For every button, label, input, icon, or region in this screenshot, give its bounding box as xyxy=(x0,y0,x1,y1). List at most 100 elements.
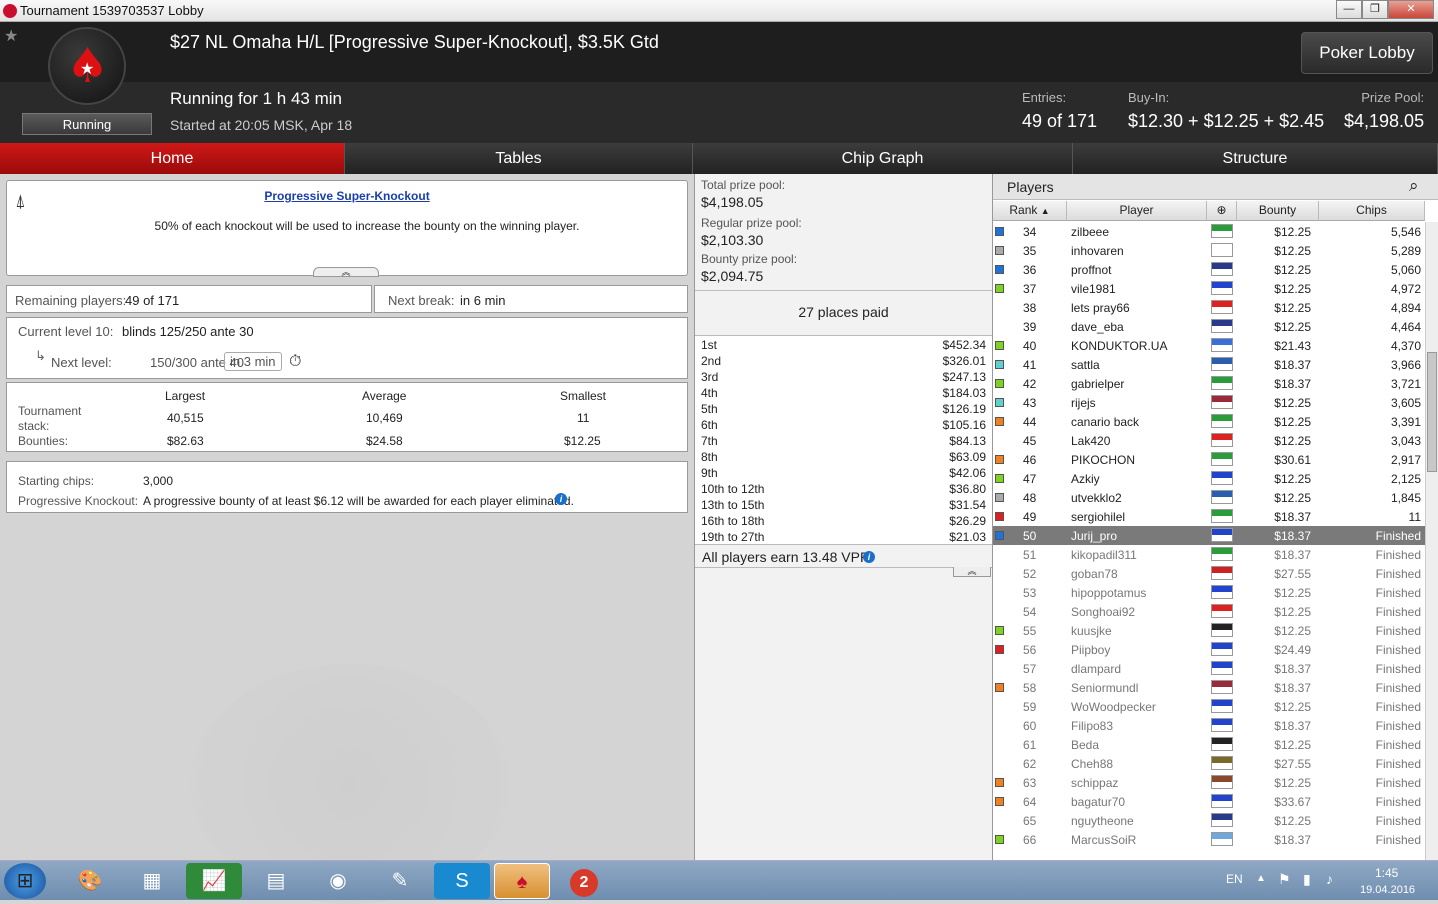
payout-place: 19th to 27th xyxy=(701,530,765,544)
player-row[interactable]: 39 dave_eba $12.25 4,464 xyxy=(993,317,1425,336)
player-row[interactable]: 51 kikopadil311 $18.37 Finished xyxy=(993,545,1425,564)
player-name: Piipboy xyxy=(1071,643,1111,657)
network-icon[interactable]: ▮ xyxy=(1303,871,1311,888)
collapse-chevron-icon[interactable]: ︽ xyxy=(313,267,379,277)
poker-lobby-button[interactable]: Poker Lobby xyxy=(1301,32,1433,74)
player-rank: 38 xyxy=(1023,301,1037,315)
player-row[interactable]: 47 Azkiy $12.25 2,125 xyxy=(993,469,1425,488)
paint-icon[interactable]: 🎨 xyxy=(62,863,118,899)
player-row[interactable]: 64 bagatur70 $33.67 Finished xyxy=(993,792,1425,811)
player-name: vile1981 xyxy=(1071,282,1116,296)
player-row[interactable]: 66 MarcusSoiR $18.37 Finished xyxy=(993,830,1425,849)
player-row[interactable]: 57 dlampard $18.37 Finished xyxy=(993,659,1425,678)
player-rank: 34 xyxy=(1023,225,1037,239)
player-row[interactable]: 52 goban78 $27.55 Finished xyxy=(993,564,1425,583)
player-row[interactable]: 56 Piipboy $24.49 Finished xyxy=(993,640,1425,659)
player-row[interactable]: 63 schippaz $12.25 Finished xyxy=(993,773,1425,792)
player-row[interactable]: 60 Filipo83 $18.37 Finished xyxy=(993,716,1425,735)
player-row[interactable]: 62 Cheh88 $27.55 Finished xyxy=(993,754,1425,773)
player-name: zilbeee xyxy=(1071,225,1110,239)
player-row[interactable]: 38 lets pray66 $12.25 4,894 xyxy=(993,298,1425,317)
apps-grid-icon[interactable]: ▦ xyxy=(124,863,180,899)
notes-icon[interactable]: ✎ xyxy=(372,863,428,899)
player-row[interactable]: 54 Songhoai92 $12.25 Finished xyxy=(993,602,1425,621)
prizepool-value: $4,198.05 xyxy=(1344,111,1425,131)
scrollbar-thumb[interactable] xyxy=(1427,352,1437,472)
player-row[interactable]: 34 zilbeee $12.25 5,546 xyxy=(993,222,1425,241)
app-badge-icon[interactable]: 2 xyxy=(556,863,612,899)
player-chips: 3,721 xyxy=(1390,377,1421,391)
minimize-button[interactable]: — xyxy=(1336,0,1362,19)
collapse-prizes-icon[interactable]: ︽ xyxy=(953,567,991,577)
country-flag-icon xyxy=(1211,414,1233,428)
players-scrollbar[interactable] xyxy=(1425,222,1438,860)
country-flag-icon xyxy=(1211,471,1233,485)
start-button[interactable]: ⊞ xyxy=(4,863,46,899)
player-row[interactable]: 44 canario back $12.25 3,391 xyxy=(993,412,1425,431)
player-status-marker xyxy=(995,360,1004,369)
favorite-star-icon[interactable]: ★ xyxy=(4,26,18,46)
close-button[interactable]: ✕ xyxy=(1388,0,1434,19)
tab-home[interactable]: Home xyxy=(0,143,345,174)
player-row[interactable]: 37 vile1981 $12.25 4,972 xyxy=(993,279,1425,298)
player-row[interactable]: 53 hipoppotamus $12.25 Finished xyxy=(993,583,1425,602)
country-flag-icon xyxy=(1211,775,1233,789)
player-row[interactable]: 36 proffnot $12.25 5,060 xyxy=(993,260,1425,279)
calculator-icon[interactable]: ▤ xyxy=(248,863,304,899)
player-row[interactable]: 35 inhovaren $12.25 5,289 xyxy=(993,241,1425,260)
payout-row: 7th $84.13 xyxy=(695,434,990,450)
player-row[interactable]: 55 kuusjke $12.25 Finished xyxy=(993,621,1425,640)
player-bounty: $12.25 xyxy=(1274,814,1311,828)
tab-chip-graph[interactable]: Chip Graph xyxy=(693,143,1073,174)
player-row[interactable]: 40 KONDUKTOR.UA $21.43 4,370 xyxy=(993,336,1425,355)
bounty-average: $24.58 xyxy=(366,434,403,448)
tray-arrow-icon[interactable]: ▲ xyxy=(1256,873,1266,884)
player-row[interactable]: 61 Beda $12.25 Finished xyxy=(993,735,1425,754)
player-row[interactable]: 65 nguytheone $12.25 Finished xyxy=(993,811,1425,830)
player-row[interactable]: 48 utvekklo2 $12.25 1,845 xyxy=(993,488,1425,507)
player-row[interactable]: 59 WoWoodpecker $12.25 Finished xyxy=(993,697,1425,716)
player-row[interactable]: 58 Seniormundl $18.37 Finished xyxy=(993,678,1425,697)
player-rank: 58 xyxy=(1023,681,1037,695)
player-chips: 5,546 xyxy=(1390,225,1421,239)
player-rank: 37 xyxy=(1023,282,1037,296)
column-player[interactable]: Player xyxy=(1067,201,1207,221)
payout-row: 8th $63.09 xyxy=(695,450,990,466)
language-indicator[interactable]: EN xyxy=(1226,872,1243,886)
player-chips: 4,894 xyxy=(1390,301,1421,315)
chart-app-icon[interactable]: 📈 xyxy=(186,863,242,899)
pko-link[interactable]: Progressive Super-Knockout xyxy=(7,189,687,203)
clock-date[interactable]: 19.04.2016 xyxy=(1360,884,1415,896)
column-bounty[interactable]: Bounty xyxy=(1237,201,1319,221)
player-bounty: $12.25 xyxy=(1274,472,1311,486)
player-row[interactable]: 43 rijejs $12.25 3,605 xyxy=(993,393,1425,412)
player-bounty: $18.37 xyxy=(1274,377,1311,391)
players-title: Players xyxy=(1007,179,1054,195)
player-row[interactable]: 46 PIKOCHON $30.61 2,917 xyxy=(993,450,1425,469)
player-row[interactable]: 41 sattla $18.37 3,966 xyxy=(993,355,1425,374)
payout-row: 2nd $326.01 xyxy=(695,354,990,370)
player-row[interactable]: 50 Jurij_pro $18.37 Finished xyxy=(993,526,1425,545)
clock-time[interactable]: 1:45 xyxy=(1375,866,1398,880)
volume-icon[interactable]: ♪ xyxy=(1326,871,1333,887)
tab-structure[interactable]: Structure xyxy=(1073,143,1438,174)
player-row[interactable]: 45 Lak420 $12.25 3,043 xyxy=(993,431,1425,450)
search-icon[interactable]: ⌕ xyxy=(1409,176,1419,196)
maximize-button[interactable]: ❐ xyxy=(1362,0,1388,19)
pokerstars-taskbar-icon[interactable]: ♠ xyxy=(494,863,550,899)
player-chips: 4,972 xyxy=(1390,282,1421,296)
player-row[interactable]: 49 sergiohilel $18.37 11 xyxy=(993,507,1425,526)
stopwatch-icon: ⏱ xyxy=(289,353,302,370)
column-rank[interactable]: Rank ▲ xyxy=(993,201,1067,221)
column-country[interactable]: ⊕ xyxy=(1207,201,1237,221)
player-row[interactable]: 42 gabrielper $18.37 3,721 xyxy=(993,374,1425,393)
column-chips[interactable]: Chips xyxy=(1319,201,1425,221)
info-icon[interactable]: i xyxy=(555,493,567,505)
vpp-info-icon[interactable]: i xyxy=(863,551,875,563)
payout-row: 3rd $247.13 xyxy=(695,370,990,386)
player-bounty: $12.25 xyxy=(1274,605,1311,619)
tab-tables[interactable]: Tables xyxy=(345,143,693,174)
skype-icon[interactable]: S xyxy=(434,863,490,899)
tray-flag-icon[interactable]: ⚑ xyxy=(1278,871,1291,888)
chrome-icon[interactable]: ◉ xyxy=(310,863,366,899)
